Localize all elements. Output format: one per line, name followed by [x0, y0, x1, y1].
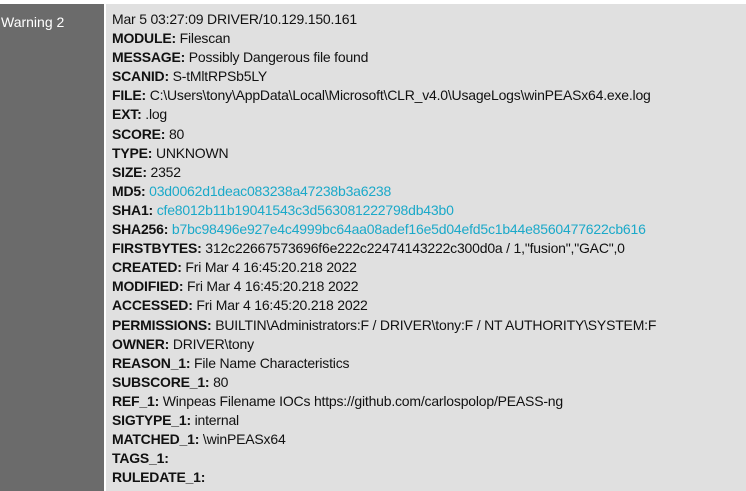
- field-key: SCORE:: [112, 125, 166, 142]
- field-key: EXT:: [112, 106, 142, 123]
- field-key: SIZE:: [112, 163, 147, 180]
- field-key: MATCHED_1:: [112, 431, 200, 448]
- field-value: 80: [168, 125, 185, 142]
- field-row: SUBSCORE_1: 80: [112, 373, 746, 392]
- hash-link[interactable]: 03d0062d1deac083238a47238b3a6238: [149, 183, 391, 199]
- field-value: BUILTIN\Administrators:F / DRIVER\tony:F…: [215, 316, 657, 333]
- field-row: SIZE: 2352: [112, 163, 746, 182]
- field-row: SHA256: b7bc98496e927e4c4999bc64aa08adef…: [112, 220, 746, 239]
- field-value: Fri Mar 4 16:45:20.218 2022: [196, 297, 368, 314]
- field-value: .log: [145, 106, 168, 123]
- field-row: PERMISSIONS: BUILTIN\Administrators:F / …: [112, 316, 746, 335]
- field-value: 312c22667573696f6e222c22474143222c300d0a…: [205, 240, 625, 257]
- field-row: MD5: 03d0062d1deac083238a47238b3a6238: [112, 182, 746, 201]
- field-row: SHA1: cfe8012b11b19041543c3d563081222798…: [112, 201, 746, 220]
- field-key: OWNER:: [112, 335, 170, 352]
- hash-link[interactable]: b7bc98496e927e4c4999bc64aa08adef16e5d04e…: [172, 221, 646, 237]
- severity-column: Warning 2: [0, 4, 104, 491]
- field-key: SIGTYPE_1:: [112, 411, 191, 428]
- field-value: Fri Mar 4 16:45:20.218 2022: [185, 259, 357, 276]
- field-value: \winPEASx64: [202, 431, 286, 448]
- field-key: MD5:: [112, 182, 146, 199]
- field-value: internal: [194, 411, 240, 428]
- field-row: FIRSTBYTES: 312c22667573696f6e222c224741…: [112, 239, 746, 258]
- field-value: Fri Mar 4 16:45:20.218 2022: [187, 278, 359, 295]
- field-key: ACCESSED:: [112, 297, 193, 314]
- field-row: ACCESSED: Fri Mar 4 16:45:20.218 2022: [112, 296, 746, 315]
- hash-link[interactable]: cfe8012b11b19041543c3d563081222798db43b0: [157, 202, 454, 218]
- header-line: Mar 5 03:27:09 DRIVER/10.129.150.161: [112, 11, 357, 27]
- field-value: 80: [213, 373, 229, 390]
- field-key: SHA256:: [112, 221, 169, 238]
- severity-label: Warning 2: [1, 14, 65, 30]
- field-value: S-tMltRPSb5LY: [172, 68, 268, 85]
- field-value: C:\Users\tony\AppData\Local\Microsoft\CL…: [149, 87, 651, 104]
- field-value: UNKNOWN: [155, 144, 229, 161]
- field-key: SHA1:: [112, 201, 154, 218]
- field-value: DRIVER\tony: [172, 335, 254, 352]
- field-row: SIGTYPE_1: internal: [112, 411, 746, 430]
- field-key: REF_1:: [112, 392, 160, 409]
- field-key: TYPE:: [112, 144, 153, 161]
- field-row: FILE: C:\Users\tony\AppData\Local\Micros…: [112, 86, 746, 105]
- field-key: TAGS_1:: [112, 450, 169, 467]
- details-column: Mar 5 03:27:09 DRIVER/10.129.150.161 MOD…: [106, 4, 746, 491]
- field-row: OWNER: DRIVER\tony: [112, 335, 746, 354]
- log-entry: Warning 2 Mar 5 03:27:09 DRIVER/10.129.1…: [0, 0, 746, 491]
- field-key: MODIFIED:: [112, 278, 184, 295]
- details-list: Mar 5 03:27:09 DRIVER/10.129.150.161 MOD…: [112, 10, 746, 487]
- field-key: SUBSCORE_1:: [112, 373, 210, 390]
- field-key: REASON_1:: [112, 354, 191, 371]
- field-value: 2352: [150, 163, 181, 180]
- field-row: RULEDATE_1:: [112, 468, 746, 487]
- field-key: CREATED:: [112, 259, 182, 276]
- field-key: SCANID:: [112, 68, 169, 85]
- field-key: FILE:: [112, 87, 146, 104]
- field-row: SCANID: S-tMltRPSb5LY: [112, 67, 746, 86]
- field-row: CREATED: Fri Mar 4 16:45:20.218 2022: [112, 258, 746, 277]
- field-row: MODIFIED: Fri Mar 4 16:45:20.218 2022: [112, 277, 746, 296]
- field-key: FIRSTBYTES:: [112, 240, 202, 257]
- field-row: REF_1: Winpeas Filename IOCs https://git…: [112, 392, 746, 411]
- field-row: EXT: .log: [112, 105, 746, 124]
- field-key: MESSAGE:: [112, 49, 186, 66]
- field-key: MODULE:: [112, 30, 176, 47]
- field-value: Winpeas Filename IOCs https://github.com…: [162, 392, 563, 409]
- field-row: MODULE: Filescan: [112, 29, 746, 48]
- field-value: File Name Characteristics: [194, 354, 350, 371]
- field-row: TYPE: UNKNOWN: [112, 144, 746, 163]
- field-row: TAGS_1:: [112, 449, 746, 468]
- field-value: Possibly Dangerous file found: [188, 49, 369, 66]
- field-row: REASON_1: File Name Characteristics: [112, 354, 746, 373]
- field-row: SCORE: 80: [112, 125, 746, 144]
- field-key: PERMISSIONS:: [112, 316, 212, 333]
- field-value: Filescan: [179, 30, 231, 47]
- field-key: RULEDATE_1:: [112, 469, 206, 486]
- field-row: MATCHED_1: \winPEASx64: [112, 430, 746, 449]
- field-row: MESSAGE: Possibly Dangerous file found: [112, 48, 746, 67]
